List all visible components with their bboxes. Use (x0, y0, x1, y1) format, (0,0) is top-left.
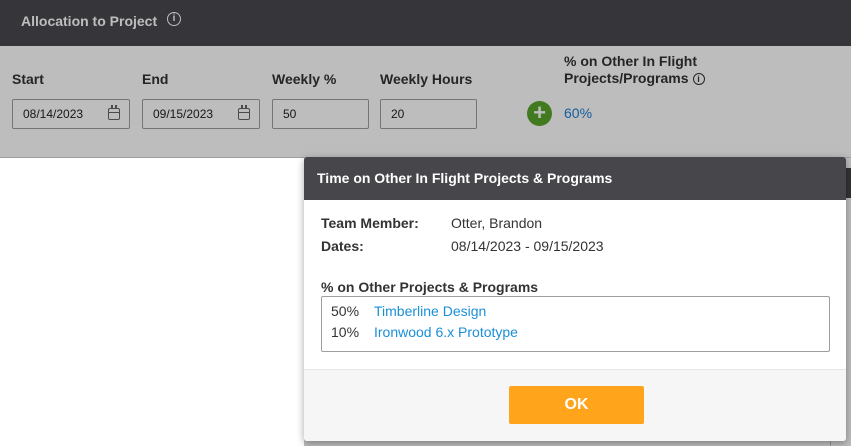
other-projects-modal: Time on Other In Flight Projects & Progr… (304, 157, 846, 441)
modal-backdrop (0, 0, 851, 158)
team-member-label: Team Member: (321, 215, 419, 231)
list-item: 10% Ironwood 6.x Prototype (322, 324, 829, 345)
project-pct: 50% (331, 303, 360, 319)
other-projects-list: 50% Timberline Design 10% Ironwood 6.x P… (321, 296, 830, 352)
modal-footer: OK (304, 369, 846, 441)
list-title: % on Other Projects & Programs (321, 279, 539, 295)
app-root: Allocation to Project i Start End Weekly… (0, 0, 851, 446)
ok-button[interactable]: OK (509, 386, 644, 424)
project-link[interactable]: Timberline Design (374, 303, 486, 319)
dates-value: 08/14/2023 - 09/15/2023 (451, 238, 604, 254)
modal-title: Time on Other In Flight Projects & Progr… (304, 157, 846, 200)
project-link[interactable]: Ironwood 6.x Prototype (374, 324, 518, 340)
list-item: 50% Timberline Design (322, 303, 829, 324)
team-member-value: Otter, Brandon (451, 215, 543, 231)
dates-label: Dates: (321, 238, 364, 254)
project-pct: 10% (331, 324, 360, 340)
